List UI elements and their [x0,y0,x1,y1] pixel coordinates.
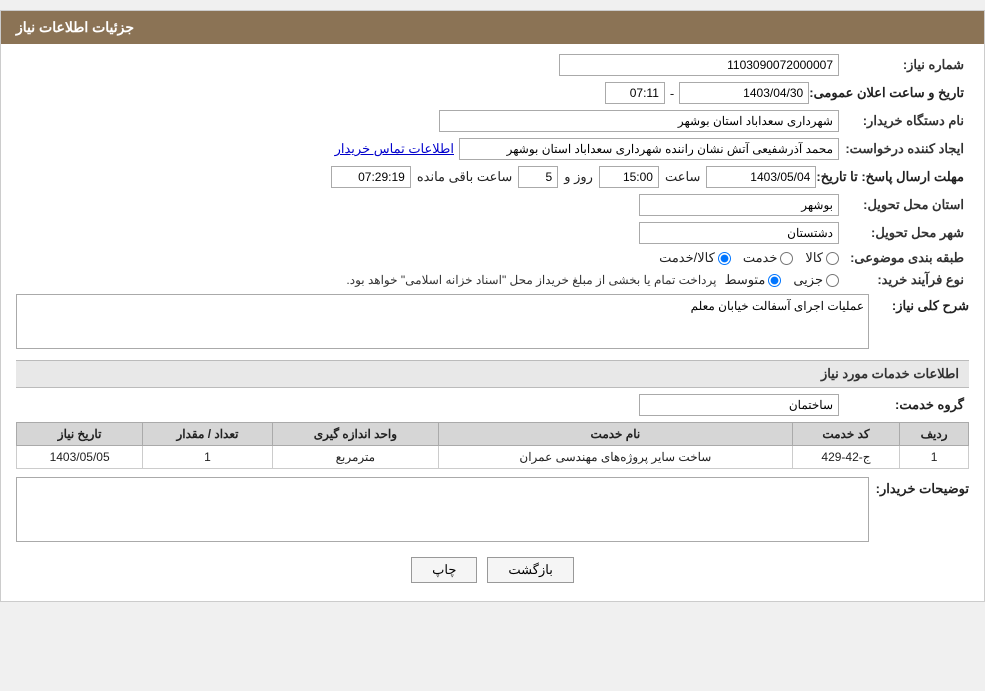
creator-label: ایجاد کننده درخواست: [839,141,969,157]
buyer-org-row: نام دستگاه خریدار: [16,110,969,132]
subject-category-label: طبقه بندی موضوعی: [839,250,969,266]
service-group-label: گروه خدمت: [839,397,969,413]
announce-time-input[interactable] [605,82,665,104]
subject-category-row: طبقه بندی موضوعی: کالا خدمت کالا/خدمت [16,250,969,266]
cell-date: 1403/05/05 [17,446,143,469]
col-code: کد خدمت [792,423,899,446]
announce-date-label: تاریخ و ساعت اعلان عمومی: [809,85,969,101]
col-date: تاریخ نیاز [17,423,143,446]
announce-date-sep: - [670,86,674,101]
deadline-days-input[interactable] [518,166,558,188]
need-number-label: شماره نیاز: [839,57,969,73]
notes-wrap [16,477,869,545]
announce-date-row: تاریخ و ساعت اعلان عمومی: - [16,82,969,104]
service-group-row: گروه خدمت: [16,394,969,416]
subject-radio-both-input[interactable] [718,252,731,265]
cell-code: ج-42-429 [792,446,899,469]
creator-row: ایجاد کننده درخواست: اطلاعات تماس خریدار [16,138,969,160]
description-textarea[interactable]: عملیات اجرای آسفالت خیابان معلم [16,294,869,349]
delivery-city-row: شهر محل تحویل: [16,222,969,244]
subject-radio-service[interactable]: خدمت [743,250,794,266]
col-unit: واحد اندازه گیری [272,423,438,446]
service-table: ردیف کد خدمت نام خدمت واحد اندازه گیری ت… [16,422,969,469]
purchase-type-label: نوع فرآیند خرید: [839,272,969,288]
subject-radio-group: کالا خدمت کالا/خدمت [659,250,839,266]
description-row: شرح کلی نیاز: عملیات اجرای آسفالت خیابان… [16,294,969,352]
page-title: جزئیات اطلاعات نیاز [16,19,134,35]
print-button[interactable]: چاپ [411,557,477,583]
deadline-row: مهلت ارسال پاسخ: تا تاریخ: ساعت روز و سا… [16,166,969,188]
description-wrap: عملیات اجرای آسفالت خیابان معلم [16,294,869,352]
purchase-radio-medium[interactable]: متوسط [724,272,781,288]
contact-info-link[interactable]: اطلاعات تماس خریدار [335,141,454,157]
need-number-input[interactable] [559,54,839,76]
table-header-row: ردیف کد خدمت نام خدمت واحد اندازه گیری ت… [17,423,969,446]
service-group-input[interactable] [639,394,839,416]
page-header: جزئیات اطلاعات نیاز [1,11,984,44]
delivery-province-label: استان محل تحویل: [839,197,969,213]
col-row-num: ردیف [900,423,969,446]
remaining-label-text: ساعت باقی مانده [417,169,512,185]
purchase-radio-medium-input[interactable] [768,274,781,287]
button-row: بازگشت چاپ [16,557,969,583]
col-count: تعداد / مقدار [143,423,273,446]
purchase-medium-label: متوسط [724,272,765,288]
subject-radio-both[interactable]: کالا/خدمت [659,250,731,266]
deadline-date-group [706,166,816,188]
col-name: نام خدمت [438,423,792,446]
subject-both-label: کالا/خدمت [659,250,715,266]
delivery-province-input[interactable] [639,194,839,216]
deadline-date-input[interactable] [706,166,816,188]
creator-input[interactable] [459,138,839,160]
time-label: ساعت [665,169,700,185]
subject-radio-service-input[interactable] [780,252,793,265]
subject-service-label: خدمت [743,250,778,266]
cell-name: ساخت سایر پروژه‌های مهندسی عمران [438,446,792,469]
cell-row-num: 1 [900,446,969,469]
deadline-time-input[interactable] [599,166,659,188]
purchase-partial-label: جزیی [793,272,823,288]
purchase-radio-partial[interactable]: جزیی [793,272,839,288]
days-label: روز و [564,169,593,185]
buyer-org-label: نام دستگاه خریدار: [839,113,969,129]
cell-unit: مترمربع [272,446,438,469]
service-section-title: اطلاعات خدمات مورد نیاز [16,360,969,388]
table-row: 1 ج-42-429 ساخت سایر پروژه‌های مهندسی عم… [17,446,969,469]
delivery-city-label: شهر محل تحویل: [839,225,969,241]
notes-label: توضیحات خریدار: [869,477,969,497]
notes-textarea[interactable] [16,477,869,542]
notes-row: توضیحات خریدار: [16,477,969,545]
purchase-type-row: نوع فرآیند خرید: جزیی متوسط پرداخت تمام … [16,272,969,288]
cell-count: 1 [143,446,273,469]
purchase-radio-group: جزیی متوسط [724,272,839,288]
delivery-city-input[interactable] [639,222,839,244]
delivery-province-row: استان محل تحویل: [16,194,969,216]
deadline-remaining-input[interactable] [331,166,411,188]
content-area: شماره نیاز: تاریخ و ساعت اعلان عمومی: - … [1,44,984,601]
deadline-label: مهلت ارسال پاسخ: تا تاریخ: [816,169,969,185]
purchase-notice-text: پرداخت تمام یا بخشی از مبلغ خریداز محل "… [346,273,716,287]
buyer-org-input[interactable] [439,110,839,132]
announce-date-input[interactable] [679,82,809,104]
need-number-row: شماره نیاز: [16,54,969,76]
purchase-radio-partial-input[interactable] [826,274,839,287]
subject-radio-goods-input[interactable] [826,252,839,265]
back-button[interactable]: بازگشت [487,557,573,583]
subject-radio-goods[interactable]: کالا [805,250,839,266]
main-container: جزئیات اطلاعات نیاز شماره نیاز: تاریخ و … [0,10,985,602]
description-label: شرح کلی نیاز: [869,294,969,314]
subject-goods-label: کالا [805,250,823,266]
